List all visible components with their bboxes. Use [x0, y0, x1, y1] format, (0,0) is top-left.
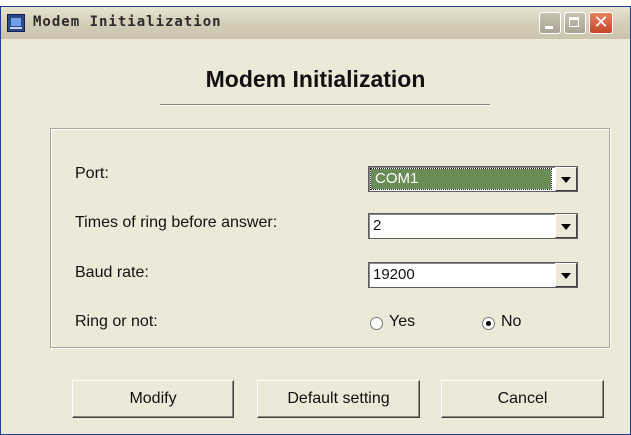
- ring-label: Ring or not:: [75, 313, 158, 330]
- port-value: COM1: [375, 170, 419, 187]
- rings-value: 2: [373, 217, 382, 234]
- title-bar[interactable]: Modem Initialization ✕: [1, 7, 630, 39]
- cancel-button[interactable]: Cancel: [441, 380, 604, 418]
- baud-value: 19200: [373, 266, 415, 283]
- ring-yes-radio[interactable]: [370, 317, 383, 330]
- modem-app-icon[interactable]: [7, 14, 25, 32]
- ring-no-label[interactable]: No: [501, 313, 521, 331]
- minimize-button[interactable]: [539, 12, 561, 34]
- close-icon: ✕: [593, 12, 609, 33]
- baud-select[interactable]: 19200: [368, 262, 578, 288]
- rings-select[interactable]: 2: [368, 213, 578, 239]
- port-label: Port:: [75, 165, 109, 182]
- dialog-heading: Modem Initialization: [205, 66, 426, 92]
- chevron-down-icon[interactable]: [555, 167, 577, 191]
- maximize-button[interactable]: [564, 12, 586, 34]
- port-select[interactable]: COM1: [368, 166, 578, 192]
- heading-divider: [160, 104, 490, 106]
- default-setting-button[interactable]: Default setting: [257, 380, 420, 418]
- modify-button[interactable]: Modify: [72, 380, 234, 418]
- ring-yes-label[interactable]: Yes: [389, 313, 415, 331]
- chevron-down-icon[interactable]: [555, 214, 577, 238]
- close-button[interactable]: ✕: [589, 12, 613, 34]
- window-title: Modem Initialization: [33, 14, 222, 30]
- ring-no-radio[interactable]: [482, 317, 495, 330]
- chevron-down-icon[interactable]: [555, 263, 577, 287]
- baud-label: Baud rate:: [75, 264, 149, 281]
- rings-label: Times of ring before answer:: [75, 214, 278, 231]
